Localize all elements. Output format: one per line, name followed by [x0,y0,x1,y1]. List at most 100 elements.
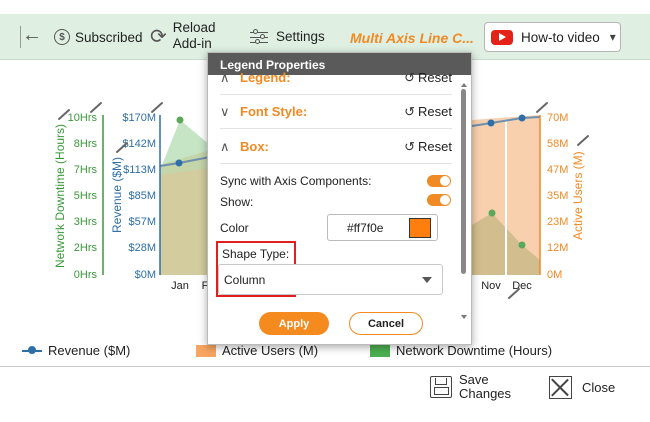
revenue-point-jan [175,159,183,167]
reset-button-legend[interactable]: ↺ Reset [404,70,452,86]
revenue-axis-ticks: $170M $142M $113M $85M $57M $28M $0M [122,112,156,281]
sync-label: Sync with Axis Components: [220,174,372,188]
reset-icon: ↺ [404,103,416,119]
shape-type-label: Shape Type: [222,247,290,261]
subscribed-button[interactable]: $ Subscribed [54,29,143,45]
save-label: Save Changes [459,372,512,401]
subscribed-label: Subscribed [75,29,143,45]
downtime-swatch-icon [370,344,390,357]
pencil-icon[interactable] [151,102,163,113]
howto-label: How-to video [521,29,600,45]
shape-type-value: Column [224,272,266,287]
reset-label: Reset [418,104,452,119]
dropdown-arrow-icon [422,277,432,283]
revenue-tick: $28M [128,242,156,254]
downtime-tick: 2Hrs [74,242,98,254]
scrollbar-thumb[interactable] [461,89,466,274]
section-box[interactable]: ∧ Box: ↺ Reset [220,130,452,164]
dialog-body: ∧ Legend: ↺ Reset ∨ Font Style: ↺ Reset … [208,70,471,344]
color-swatch-button[interactable] [409,218,431,238]
apply-button[interactable]: Apply [259,312,329,335]
reset-button-box[interactable]: ↺ Reset [404,139,452,155]
active-users-swatch-icon [196,344,216,357]
cancel-button[interactable]: Cancel [349,312,423,335]
chevron-up-icon: ∧ [220,138,230,154]
dialog-scrollbar[interactable] [459,83,469,319]
revenue-tick: $0M [135,269,156,281]
reset-label: Reset [418,70,452,85]
scroll-down-icon[interactable] [461,315,467,319]
reset-label: Reset [418,139,452,154]
legend-item-active-users[interactable]: Active Users (M) [196,343,318,358]
pencil-icon[interactable] [577,135,589,146]
section-title-font-style: Font Style: [240,104,308,119]
bottom-action-bar: Save Changes Close [0,366,650,411]
sync-toggle[interactable] [427,175,451,187]
chevron-down-icon: ▾ [609,30,616,44]
revenue-tick: $57M [128,216,156,228]
settings-label: Settings [276,29,325,44]
back-arrow-icon[interactable]: ← [22,24,42,47]
downtime-axis-ticks: 10Hrs 8Hrs 7Hrs 5Hrs 3Hrs 2Hrs 0Hrs [68,112,98,281]
chart-legend: Revenue ($M) Active Users (M) Network Do… [0,343,650,361]
revenue-tick: $170M [122,112,156,124]
revenue-tick: $142M [122,138,156,150]
x-label: Nov [481,280,501,292]
save-changes-button[interactable]: Save Changes [430,373,519,401]
howto-video-dropdown[interactable]: How-to video ▾ [484,22,621,52]
revenue-swatch-icon [22,345,42,354]
section-title-box: Box: [240,139,269,154]
downtime-tick: 8Hrs [74,138,98,150]
downtime-axis-title: Network Downtime (Hours) [53,124,67,268]
reset-button-font-style[interactable]: ↺ Reset [404,104,452,120]
youtube-icon [491,29,513,45]
menu-icon[interactable] [2,27,18,43]
revenue-point-dec [518,114,526,122]
close-icon [549,376,572,399]
dollar-circle-icon: $ [54,29,70,45]
scroll-up-icon[interactable] [461,83,467,87]
legend-properties-dialog: Legend Properties ∧ Legend: ↺ Reset ∨ Fo… [207,52,472,345]
downtime-point-jan [176,116,184,124]
color-hex-value: #ff7f0e [347,220,384,235]
reload-icon: ⟳ [150,25,167,48]
users-tick: 58M [547,138,568,150]
downtime-point-nov [488,209,496,217]
users-axis-ticks: 70M 58M 47M 35M 23M 12M 0M [547,112,568,281]
save-icon [430,376,452,398]
legend-label-active-users: Active Users (M) [222,343,319,358]
users-tick: 70M [547,112,568,124]
close-label: Close [582,380,616,395]
revenue-point-nov [487,119,495,127]
section-legend[interactable]: ∧ Legend: ↺ Reset [220,61,452,95]
show-toggle[interactable] [427,194,451,206]
users-tick: 12M [547,242,568,254]
users-tick: 35M [547,190,568,202]
section-title-legend: Legend: [240,70,291,85]
legend-item-revenue[interactable]: Revenue ($M) [22,343,130,358]
settings-sliders-icon [250,29,268,44]
users-tick: 0M [547,269,562,281]
shape-type-select[interactable]: Column [218,264,443,295]
legend-item-downtime[interactable]: Network Downtime (Hours) [370,343,552,358]
color-label: Color [220,221,249,235]
settings-button[interactable]: Settings [250,29,325,44]
section-font-style[interactable]: ∨ Font Style: ↺ Reset [220,95,452,129]
close-button[interactable]: Close [549,376,615,399]
reload-label: Reload Add-in [172,20,216,51]
pencil-icon[interactable] [536,102,548,113]
show-label: Show: [220,195,254,209]
reset-icon: ↺ [404,69,416,85]
reset-icon: ↺ [404,138,416,154]
revenue-axis-title: Revenue ($M) [110,157,124,233]
users-tick: 23M [547,216,568,228]
chart-title: Multi Axis Line C... [350,30,474,46]
chevron-down-icon: ∨ [220,103,230,119]
reload-addin-button[interactable]: ⟳ Reload Add-in [150,20,233,52]
users-tick: 47M [547,164,568,176]
revenue-tick: $113M [123,164,156,176]
pencil-icon[interactable] [90,102,102,113]
x-label: Dec [512,280,532,292]
downtime-tick: 10Hrs [68,112,98,124]
downtime-tick: 7Hrs [74,164,98,176]
